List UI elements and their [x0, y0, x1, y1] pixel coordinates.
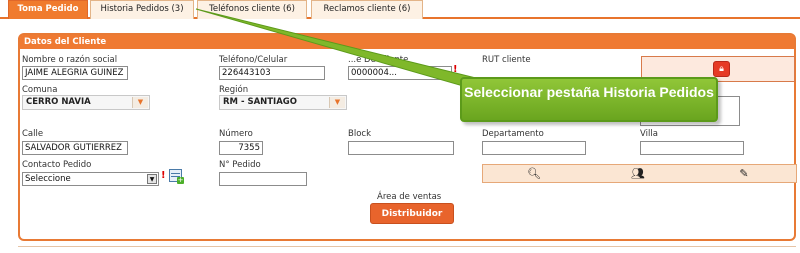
instruction-callout: Seleccionar pestaña Historia Pedidos: [460, 77, 718, 122]
callout-pointer: [195, 8, 482, 89]
